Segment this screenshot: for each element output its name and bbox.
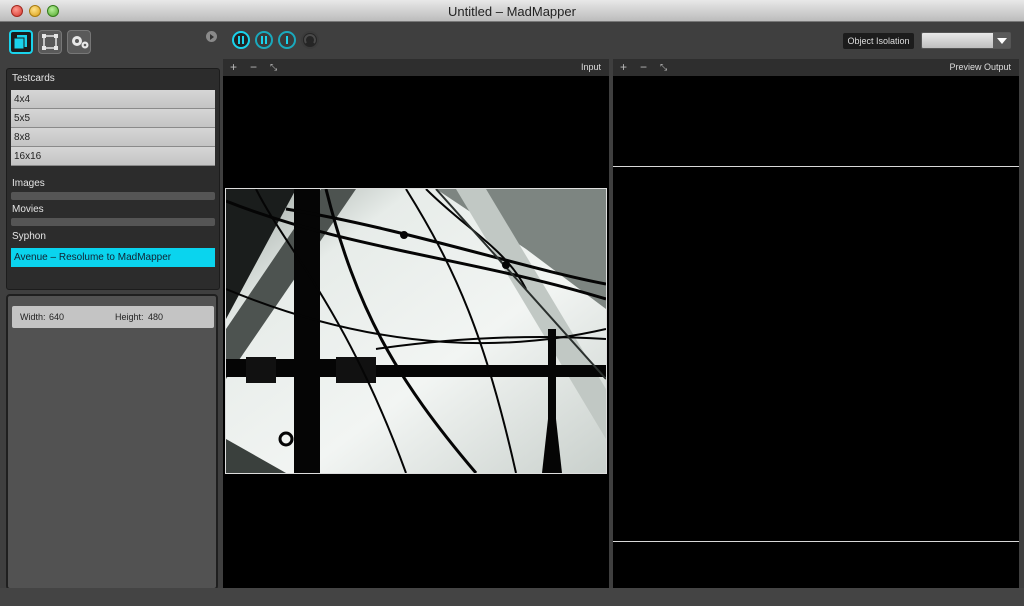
settings-gears-icon (72, 36, 89, 49)
input-viewport-header: + − ⤡ Input (223, 59, 609, 76)
syphon-source-item[interactable]: Avenue – Resolume to MadMapper (11, 248, 215, 267)
testcard-item[interactable]: 8x8 (11, 128, 215, 147)
syphon-list: Avenue – Resolume to MadMapper (11, 248, 215, 267)
images-header: Images (12, 178, 45, 189)
pause-icon (261, 36, 263, 44)
surfaces-icon (42, 34, 58, 50)
pause-button-3[interactable] (278, 31, 296, 49)
testcard-item[interactable]: 4x4 (11, 90, 215, 109)
height-value: 480 (148, 312, 164, 322)
disabled-button[interactable] (301, 31, 319, 49)
settings-mode-button[interactable] (67, 30, 91, 54)
sources-mode-button[interactable] (9, 30, 33, 54)
pause-button-2[interactable] (255, 31, 273, 49)
dropdown-arrow-icon[interactable] (993, 33, 1010, 48)
output-viewport-header: + − ⤡ Preview Output (613, 59, 1019, 76)
fit-icon[interactable]: ⤡ (270, 60, 277, 74)
width-label: Width: (20, 312, 46, 322)
zoom-out-icon[interactable]: − (250, 60, 257, 74)
zoom-out-icon[interactable]: − (640, 60, 647, 74)
left-sidebar: Testcards 4x4 5x5 8x8 16x16 Images Movie… (4, 28, 220, 590)
pause-icon (286, 36, 288, 44)
power-lines-image (225, 188, 607, 474)
object-isolation-button[interactable]: Object Isolation (843, 33, 914, 49)
testcards-list: 4x4 5x5 8x8 16x16 (11, 90, 215, 166)
movies-list[interactable] (11, 218, 215, 226)
source-dimensions-bar: Width: 640 Height: 480 (12, 306, 214, 328)
pause-icon (238, 36, 240, 44)
surfaces-mode-button[interactable] (38, 30, 62, 54)
window-title: Untitled – MadMapper (448, 4, 576, 19)
pause-button[interactable] (232, 31, 250, 49)
output-frame-bottom-edge (613, 541, 1019, 542)
zoom-in-icon[interactable]: + (230, 60, 237, 74)
collapse-arrow-icon[interactable] (206, 31, 217, 42)
testcard-item[interactable]: 5x5 (11, 109, 215, 128)
main-area: Testcards 4x4 5x5 8x8 16x16 Images Movie… (0, 22, 1024, 606)
bottom-status-strip (0, 588, 1024, 606)
isolation-select[interactable] (921, 32, 1011, 49)
fit-icon[interactable]: ⤡ (660, 60, 667, 74)
zoom-in-icon[interactable]: + (620, 60, 627, 74)
sources-icon (13, 35, 27, 50)
movies-header: Movies (12, 204, 44, 215)
images-list[interactable] (11, 192, 215, 200)
output-frame-top-edge (613, 166, 1019, 167)
syphon-header: Syphon (12, 231, 46, 242)
output-viewport-label: Preview Output (949, 62, 1011, 72)
input-source-image[interactable] (225, 188, 607, 474)
record-icon (304, 34, 316, 44)
source-info-panel: Width: 640 Height: 480 (6, 294, 218, 590)
sources-panel: Testcards 4x4 5x5 8x8 16x16 Images Movie… (6, 68, 220, 290)
pause-icon (242, 36, 244, 44)
pause-icon (265, 36, 267, 44)
input-viewport[interactable]: + − ⤡ Input (223, 59, 609, 588)
testcard-item[interactable]: 16x16 (11, 147, 215, 166)
height-label: Height: (115, 312, 144, 322)
testcards-header: Testcards (12, 73, 55, 84)
width-value: 640 (49, 312, 65, 322)
input-viewport-label: Input (580, 62, 601, 72)
window-titlebar: Untitled – MadMapper (0, 0, 1024, 22)
output-viewport[interactable]: + − ⤡ Preview Output (613, 59, 1019, 588)
